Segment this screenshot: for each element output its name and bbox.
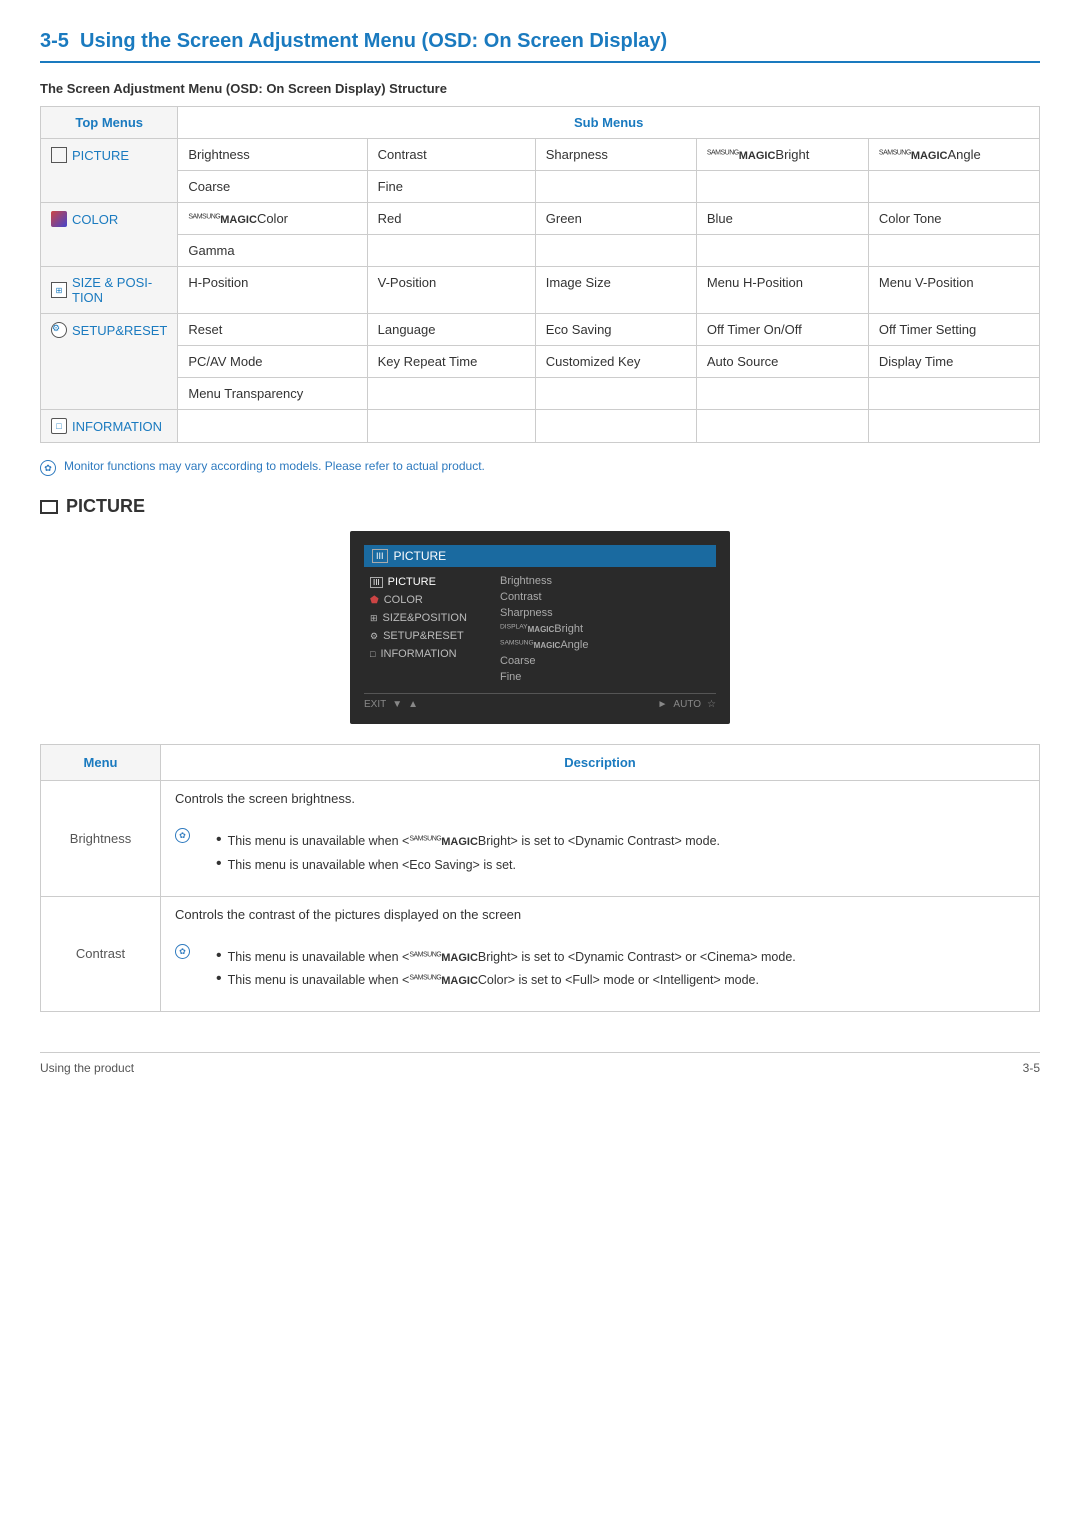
menu-label-brightness: Brightness: [41, 781, 161, 897]
note-contrast: ✿ • This menu is unavailable when <SAMSU…: [175, 943, 1025, 996]
desc-row-brightness: Brightness Controls the screen brightnes…: [41, 781, 1040, 897]
table-row: ⊞ SIZE & POSI­TION H-Position V-Position…: [41, 267, 1040, 314]
osd-sub-item: Fine: [500, 669, 716, 685]
table-row: COLOR SAMSUNGMAGICColor Red Green Blue C…: [41, 203, 1040, 235]
osd-sub-item: DISPLAYMAGICBright: [500, 621, 716, 637]
top-menu-picture: PICTURE: [51, 147, 167, 163]
bullet-item: • This menu is unavailable when <SAMSUNG…: [216, 948, 796, 967]
col-header-top: Top Menus: [41, 107, 178, 139]
color-icon: [51, 211, 67, 227]
footer-right: 3-5: [1023, 1061, 1040, 1075]
col-header-sub: Sub Menus: [178, 107, 1040, 139]
top-menu-setup: ⚙ SETUP&RESET: [51, 322, 167, 338]
description-table: Menu Description Brightness Controls the…: [40, 744, 1040, 1012]
picture-section: PICTURE III PICTURE III PICTURE ⬟ COLOR …: [40, 496, 1040, 724]
osd-header: III PICTURE: [364, 545, 716, 567]
osd-menu-item: ⊞ SIZE&POSITION: [364, 609, 484, 627]
structure-table: Top Menus Sub Menus PICTURE Brightness C…: [40, 106, 1040, 443]
info-icon: □: [51, 418, 67, 434]
table-row: □ INFORMA­TION: [41, 410, 1040, 443]
desc-brightness: Controls the screen brightness. ✿ • This…: [161, 781, 1040, 897]
osd-sub-item: SAMSUNGMAGICAngle: [500, 637, 716, 653]
note-icon: ✿: [175, 828, 190, 843]
table-row: Menu Transpar­ency: [41, 378, 1040, 410]
osd-sub-item: Contrast: [500, 589, 716, 605]
note-icon: ✿: [175, 944, 190, 959]
osd-menu-item: III PICTURE: [364, 573, 484, 591]
note-icon: ✿: [40, 460, 56, 476]
osd-footer: EXIT ▼ ▲ ► AUTO ☆: [364, 693, 716, 710]
picture-icon: [51, 147, 67, 163]
size-icon: ⊞: [51, 282, 67, 298]
bullet-item: • This menu is unavailable when <Eco Sav…: [216, 856, 720, 875]
table-subtitle: The Screen Adjustment Menu (OSD: On Scre…: [40, 81, 1040, 96]
bullet-item: • This menu is unavailable when <SAMSUNG…: [216, 971, 796, 990]
table-row: ⚙ SETUP&RESET Reset Language Eco Saving …: [41, 314, 1040, 346]
desc-row-contrast: Contrast Controls the contrast of the pi…: [41, 896, 1040, 1012]
osd-menu-item: □ INFORMATION: [364, 645, 484, 663]
osd-layout: III PICTURE ⬟ COLOR ⊞ SIZE&POSITION ⚙ SE…: [364, 573, 716, 685]
table-row: Coarse Fine: [41, 171, 1040, 203]
osd-sub-item: Brightness: [500, 573, 716, 589]
table-row: PC/AV Mode Key Repeat Time Customized Ke…: [41, 346, 1040, 378]
section-title: 3-5 Using the Screen Adjustment Menu (OS…: [40, 30, 1040, 63]
top-menu-color: COLOR: [51, 211, 167, 227]
osd-sub-list: Brightness Contrast Sharpness DISPLAYMAG…: [494, 573, 716, 685]
setup-icon: ⚙: [51, 322, 67, 338]
top-menu-size: ⊞ SIZE & POSI­TION: [51, 275, 167, 305]
picture-section-title: PICTURE: [40, 496, 1040, 517]
table-row: PICTURE Brightness Contrast Sharpness SA…: [41, 139, 1040, 171]
bullet-item: • This menu is unavailable when <SAMSUNG…: [216, 832, 720, 851]
osd-screen: III PICTURE III PICTURE ⬟ COLOR ⊞ SIZE&P…: [350, 531, 730, 724]
osd-menu-item: ⚙ SETUP&RESET: [364, 627, 484, 645]
table-row: Gamma: [41, 235, 1040, 267]
osd-sub-item: Coarse: [500, 653, 716, 669]
top-menu-info: □ INFORMA­TION: [51, 418, 167, 434]
osd-sub-item: Sharpness: [500, 605, 716, 621]
footer-bar: Using the product 3-5: [40, 1052, 1040, 1075]
osd-menu-item: ⬟ COLOR: [364, 591, 484, 609]
menu-label-contrast: Contrast: [41, 896, 161, 1012]
desc-col-desc: Description: [161, 745, 1040, 781]
osd-menu-list: III PICTURE ⬟ COLOR ⊞ SIZE&POSITION ⚙ SE…: [364, 573, 484, 685]
note-row: ✿ Monitor functions may vary according t…: [40, 459, 1040, 476]
picture-section-icon: [40, 500, 58, 514]
note-brightness: ✿ • This menu is unavailable when <SAMSU…: [175, 827, 1025, 880]
desc-contrast: Controls the contrast of the pictures di…: [161, 896, 1040, 1012]
desc-col-menu: Menu: [41, 745, 161, 781]
footer-left: Using the product: [40, 1061, 134, 1075]
note-text: Monitor functions may vary according to …: [64, 459, 485, 473]
